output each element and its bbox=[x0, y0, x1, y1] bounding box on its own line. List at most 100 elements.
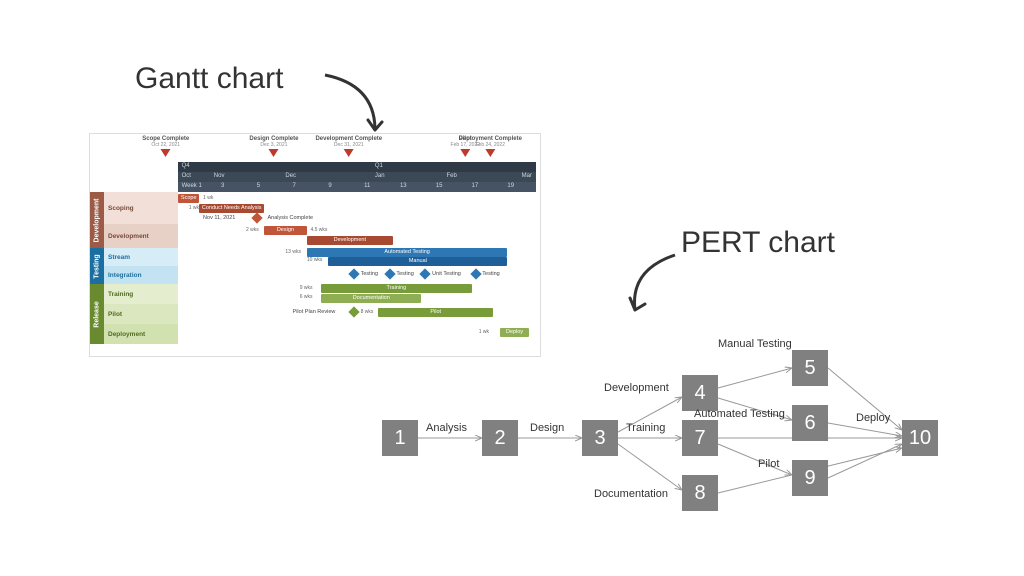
gantt-bar: Design bbox=[264, 226, 307, 235]
gantt-row-pilot: Pilot bbox=[104, 304, 178, 324]
milestone-date: Dec 31, 2021 bbox=[315, 142, 382, 148]
gantt-bar: Development bbox=[307, 236, 393, 245]
week-label: 9 bbox=[328, 183, 331, 189]
week-label: 3 bbox=[221, 183, 224, 189]
gantt-lane-pilot: Pilot Plan Review 8 wks Pilot bbox=[178, 304, 536, 324]
category-label: Release bbox=[94, 301, 101, 327]
month-label: Dec bbox=[285, 173, 296, 179]
milestone-marker-icon bbox=[344, 149, 354, 157]
gantt-diamond-label: Unit Testing bbox=[432, 271, 461, 277]
gantt-chart: Scope CompleteOct 22, 2021 Design Comple… bbox=[89, 133, 541, 357]
gantt-duration: 9 wks bbox=[300, 285, 313, 291]
diamond-icon bbox=[420, 268, 431, 279]
category-label: Development bbox=[94, 198, 101, 242]
quarter-label: Q4 bbox=[182, 163, 190, 169]
diamond-icon bbox=[348, 306, 359, 317]
gantt-row-integration: Integration bbox=[104, 266, 178, 284]
gantt-week-row: Week 1 3 5 7 9 11 13 15 17 19 bbox=[178, 182, 536, 192]
gantt-row-stream: Stream bbox=[104, 248, 178, 266]
gantt-title: Gantt chart bbox=[135, 62, 283, 96]
gantt-bar: Automated Testing bbox=[307, 248, 507, 257]
week-label: 11 bbox=[364, 183, 370, 189]
quarter-label: Q1 bbox=[375, 163, 383, 169]
gantt-month-row: Oct Nov Dec Jan Feb Mar bbox=[178, 172, 536, 182]
month-label: Feb bbox=[447, 173, 457, 179]
pert-node-1: 1 bbox=[382, 420, 418, 456]
gantt-lane-stream: 13 wks Automated Testing 10 wks Manual bbox=[178, 248, 536, 266]
pert-node-10: 10 bbox=[902, 420, 938, 456]
gantt-lane-training: 9 wks Training 6 wks Documentation bbox=[178, 284, 536, 304]
milestone-date: Dec 3, 2021 bbox=[249, 142, 298, 148]
week-label: Week 1 bbox=[182, 183, 202, 189]
gantt-bar: Pilot bbox=[378, 308, 493, 317]
gantt-diamond-label: Testing bbox=[361, 271, 378, 277]
gantt-bar: Manual bbox=[328, 257, 507, 266]
month-label: Jan bbox=[375, 173, 385, 179]
milestone-marker-icon bbox=[485, 149, 495, 157]
gantt-row-deployment: Deployment bbox=[104, 324, 178, 344]
pert-edge-label: Manual Testing bbox=[718, 338, 792, 350]
gantt-category-development: Development bbox=[90, 192, 104, 248]
gantt-duration: 4.5 wks bbox=[310, 227, 327, 233]
gantt-bar: Documentation bbox=[321, 294, 421, 303]
pert-edge-label: Design bbox=[530, 422, 564, 434]
pert-edge-label: Analysis bbox=[426, 422, 467, 434]
month-label: Oct bbox=[182, 173, 191, 179]
gantt-duration: 10 wks bbox=[307, 257, 323, 263]
gantt-duration: 1 wk bbox=[203, 195, 213, 201]
gantt-bar: Training bbox=[321, 284, 471, 293]
pert-edge-label: Deploy bbox=[856, 412, 890, 424]
diamond-icon bbox=[252, 212, 263, 223]
gantt-diamond-label: Testing bbox=[396, 271, 413, 277]
gantt-duration: 1 wk bbox=[189, 205, 199, 211]
week-label: 13 bbox=[400, 183, 407, 189]
diamond-icon bbox=[348, 268, 359, 279]
pert-edge-label: Training bbox=[626, 422, 665, 434]
gantt-bar: Conduct Needs Analysis bbox=[199, 204, 263, 213]
gantt-bar: Deploy bbox=[500, 328, 529, 337]
gantt-diamond-label: Analysis Complete bbox=[268, 215, 314, 221]
pert-node-2: 2 bbox=[482, 420, 518, 456]
gantt-category-release: Release bbox=[90, 284, 104, 344]
gantt-lane-integration: Testing Testing Unit Testing Testing bbox=[178, 266, 536, 284]
gantt-bar: Scope bbox=[178, 194, 199, 203]
gantt-category-testing: Testing bbox=[90, 248, 104, 284]
month-label: Nov bbox=[214, 173, 225, 179]
gantt-milestone-row: Scope CompleteOct 22, 2021 Design Comple… bbox=[120, 136, 536, 162]
pert-node-6: 6 bbox=[792, 405, 828, 441]
gantt-diamond-label: Pilot Plan Review bbox=[293, 309, 336, 315]
milestone-marker-icon bbox=[269, 149, 279, 157]
diamond-icon bbox=[470, 268, 481, 279]
arrow-to-pert bbox=[620, 250, 700, 330]
pert-node-3: 3 bbox=[582, 420, 618, 456]
pert-node-9: 9 bbox=[792, 460, 828, 496]
pert-title: PERT chart bbox=[681, 226, 835, 260]
diamond-icon bbox=[384, 268, 395, 279]
gantt-quarter-row: Q4 Q1 bbox=[178, 162, 536, 172]
gantt-diamond-label: Testing bbox=[482, 271, 499, 277]
milestone-date: Feb 24, 2022 bbox=[459, 142, 522, 148]
pert-edge-label: Development bbox=[604, 382, 669, 394]
milestone-marker-icon bbox=[161, 149, 171, 157]
gantt-row-scoping: Scoping bbox=[104, 192, 178, 224]
pert-edge-label: Pilot bbox=[758, 458, 779, 470]
pert-node-7: 7 bbox=[682, 420, 718, 456]
week-label: 19 bbox=[507, 183, 514, 189]
gantt-duration: 6 wks bbox=[300, 294, 313, 300]
gantt-lane-development: 2 wks Design 4.5 wks Development bbox=[178, 224, 536, 248]
gantt-row-training: Training bbox=[104, 284, 178, 304]
week-label: 7 bbox=[293, 183, 296, 189]
pert-node-8: 8 bbox=[682, 475, 718, 511]
pert-node-4: 4 bbox=[682, 375, 718, 411]
gantt-diamond-date: Nov 11, 2021 bbox=[203, 215, 235, 221]
month-label: Mar bbox=[522, 173, 532, 179]
gantt-row-development: Development bbox=[104, 224, 178, 248]
gantt-duration: 1 wk bbox=[479, 329, 489, 335]
pert-edge-label: Documentation bbox=[594, 488, 668, 500]
pert-edge-label: Automated Testing bbox=[694, 408, 785, 420]
pert-chart: 1 2 3 4 5 6 7 8 9 10 Analysis Design Dev… bbox=[382, 350, 962, 530]
week-label: 17 bbox=[472, 183, 479, 189]
gantt-duration: 13 wks bbox=[285, 249, 301, 255]
pert-node-5: 5 bbox=[792, 350, 828, 386]
week-label: 5 bbox=[257, 183, 260, 189]
